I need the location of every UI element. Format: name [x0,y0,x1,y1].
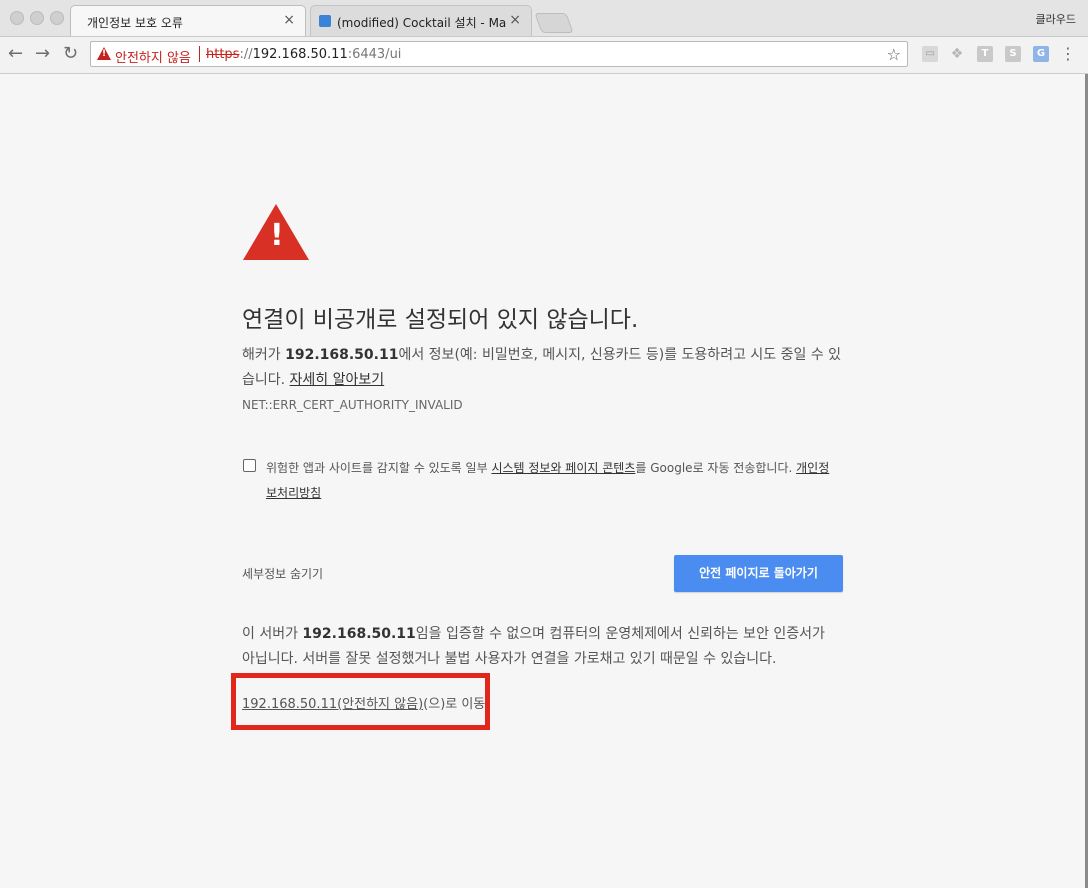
zoom-window-button[interactable] [50,11,64,25]
url-host: 192.168.50.11 [252,47,348,62]
profile-name[interactable]: 클라우드 [1036,11,1076,27]
new-tab-button[interactable] [534,13,574,33]
cast-extension-icon[interactable]: ▭ [922,46,938,62]
checkbox-label: 위험한 앱과 사이트를 감지할 수 있도록 일부 시스템 정보와 페이지 콘텐츠… [266,456,836,506]
proceed-suffix: (으)로 이동 [423,697,486,712]
url-scheme: https [206,47,240,62]
hide-details-button[interactable]: 세부정보 숨기기 [242,565,323,582]
warning-host: 192.168.50.11 [285,347,399,363]
warning-icon[interactable] [97,47,111,60]
s-extension-icon[interactable]: S [1005,46,1021,62]
tab-title: (modified) Cocktail 설치 - Mac [337,16,507,30]
url-text[interactable]: https://192.168.50.11:6443/ui [206,47,401,62]
translate-extension-icon[interactable]: G [1033,46,1049,62]
minimize-window-button[interactable] [30,11,44,25]
bookmark-star-icon[interactable]: ☆ [887,45,901,64]
warning-paragraph: 해커가 192.168.50.11에서 정보(예: 비밀번호, 메시지, 신용카… [242,343,842,393]
title-bar: 개인정보 보호 오류 × (modified) Cocktail 설치 - Ma… [0,0,1088,37]
interstitial-page: 연결이 비공개로 설정되어 있지 않습니다. 해커가 192.168.50.11… [0,74,1088,888]
tab-privacy-error[interactable]: 개인정보 보호 오류 × [70,5,306,36]
back-to-safety-button[interactable]: 안전 페이지로 돌아가기 [674,555,843,592]
reload-icon[interactable]: ↻ [63,43,78,64]
menu-icon[interactable]: ⋮ [1060,44,1076,63]
warning-text-prefix: 해커가 [242,347,286,363]
security-label[interactable]: 안전하지 않음 [115,47,191,66]
details-text-prefix: 이 서버가 [242,626,303,642]
proceed-unsafe-link[interactable]: 192.168.50.11(안전하지 않음)(으)로 이동 [242,693,485,712]
t-extension-icon[interactable]: T [977,46,993,62]
address-bar[interactable]: 안전하지 않음 https://192.168.50.11:6443/ui ☆ [90,41,908,67]
checkbox-text-suffix: 를 Google로 자동 전송합니다. [635,461,797,475]
url-separator: :// [239,47,253,62]
tab-cocktail-install[interactable]: (modified) Cocktail 설치 - Mac × [310,5,532,36]
proceed-link-text[interactable]: 192.168.50.11(안전하지 않음) [242,697,423,712]
tab-favicon-icon [319,15,331,27]
close-window-button[interactable] [10,11,24,25]
system-info-link[interactable]: 시스템 정보와 페이지 콘텐츠 [491,461,635,475]
dropbox-extension-icon[interactable]: ❖ [949,46,965,62]
back-arrow-icon[interactable]: ← [8,43,23,64]
details-paragraph: 이 서버가 192.168.50.11임을 입증할 수 없으며 컴퓨터의 운영체… [242,622,842,672]
page-heading: 연결이 비공개로 설정되어 있지 않습니다. [242,307,639,333]
details-host: 192.168.50.11 [302,626,416,642]
separator [199,46,200,62]
error-code: NET::ERR_CERT_AUTHORITY_INVALID [242,398,463,412]
tab-close-icon[interactable]: × [283,12,295,28]
tab-close-icon[interactable]: × [509,12,521,28]
checkbox-text-prefix: 위험한 앱과 사이트를 감지할 수 있도록 일부 [266,461,492,475]
tab-title: 개인정보 보호 오류 [87,16,183,30]
learn-more-link[interactable]: 자세히 알아보기 [290,372,385,388]
safe-browsing-checkbox[interactable] [243,459,256,472]
forward-arrow-icon[interactable]: → [35,43,50,64]
large-warning-icon [243,204,309,260]
url-path: :6443/ui [347,47,402,62]
toolbar: ← → ↻ 안전하지 않음 https://192.168.50.11:6443… [0,37,1088,74]
